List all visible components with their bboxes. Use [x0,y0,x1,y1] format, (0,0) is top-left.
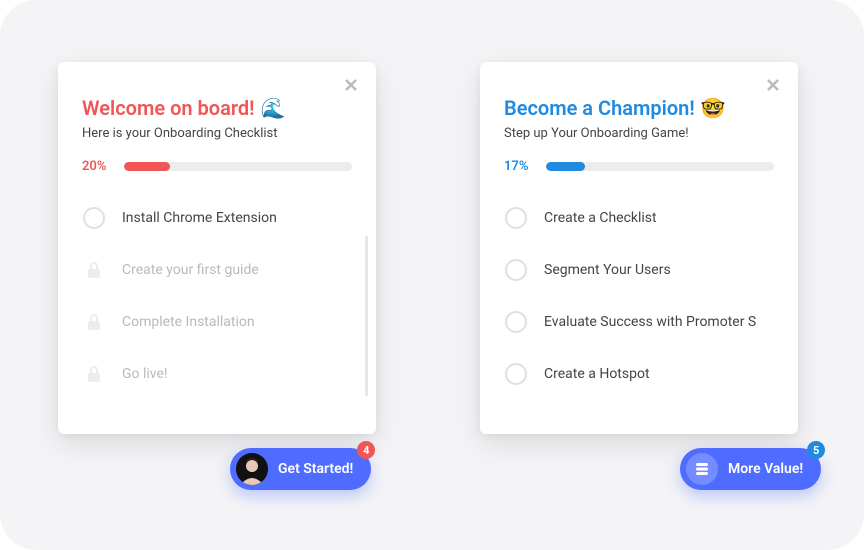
close-icon[interactable] [762,74,784,96]
progress-bar-fill [546,162,585,171]
circle-icon [504,258,528,282]
checklist-item-label: Go live! [122,366,168,382]
more-value-button[interactable]: More Value! 5 [680,448,821,490]
panel-subtitle: Here is your Onboarding Checklist [82,126,352,141]
panel-title-text: Become a Champion! [504,96,695,120]
avatar-icon [236,453,268,485]
checklist-item[interactable]: Create a Checklist [504,192,774,244]
fab-label: Get Started! [278,461,353,477]
checklist: Create a Checklist Segment Your Users Ev… [504,192,774,400]
checklist-item[interactable]: Create your first guide [82,244,352,296]
notification-badge: 4 [357,441,375,459]
circle-icon [504,310,528,334]
circle-icon [504,206,528,230]
circle-icon [504,362,528,386]
checklist-item-label: Install Chrome Extension [122,210,277,226]
circle-icon [82,206,106,230]
close-icon[interactable] [340,74,362,96]
notification-badge: 5 [807,441,825,459]
get-started-button[interactable]: Get Started! 4 [230,448,371,490]
panel-title-text: Welcome on board! [82,96,254,120]
stack-icon [686,453,718,485]
panel-subtitle: Step up Your Onboarding Game! [504,126,774,141]
checklist-item[interactable]: Go live! [82,348,352,400]
checklist-item-label: Create a Hotspot [544,366,650,382]
panel-title: Welcome on board! 🌊 [82,96,352,120]
progress-bar-track [546,162,774,171]
progress-bar-fill [124,162,170,171]
checklist: Install Chrome Extension Create your fir… [82,192,352,400]
wave-emoji-icon: 🌊 [260,96,285,120]
checklist-item-label: Create a Checklist [544,210,657,226]
progress-percent: 20% [82,159,114,174]
panel-title: Become a Champion! 🤓 [504,96,774,120]
checklist-item-label: Complete Installation [122,314,255,330]
progress-bar-track [124,162,352,171]
progress-row: 20% [82,159,352,174]
checklist-item[interactable]: Install Chrome Extension [82,192,352,244]
checklist-item[interactable]: Create a Hotspot [504,348,774,400]
onboarding-panel-champion: Become a Champion! 🤓 Step up Your Onboar… [480,62,798,434]
checklist-item[interactable]: Evaluate Success with Promoter S [504,296,774,348]
nerd-emoji-icon: 🤓 [701,96,726,120]
onboarding-panel-welcome: Welcome on board! 🌊 Here is your Onboard… [58,62,376,434]
lock-icon [82,258,106,282]
checklist-item[interactable]: Complete Installation [82,296,352,348]
checklist-item-label: Segment Your Users [544,262,671,278]
progress-percent: 17% [504,159,536,174]
lock-icon [82,362,106,386]
scrollbar[interactable] [365,236,368,396]
checklist-item-label: Evaluate Success with Promoter S [544,314,756,330]
checklist-item[interactable]: Segment Your Users [504,244,774,296]
lock-icon [82,310,106,334]
checklist-item-label: Create your first guide [122,262,259,278]
canvas: Welcome on board! 🌊 Here is your Onboard… [0,0,864,550]
fab-label: More Value! [728,461,803,477]
progress-row: 17% [504,159,774,174]
